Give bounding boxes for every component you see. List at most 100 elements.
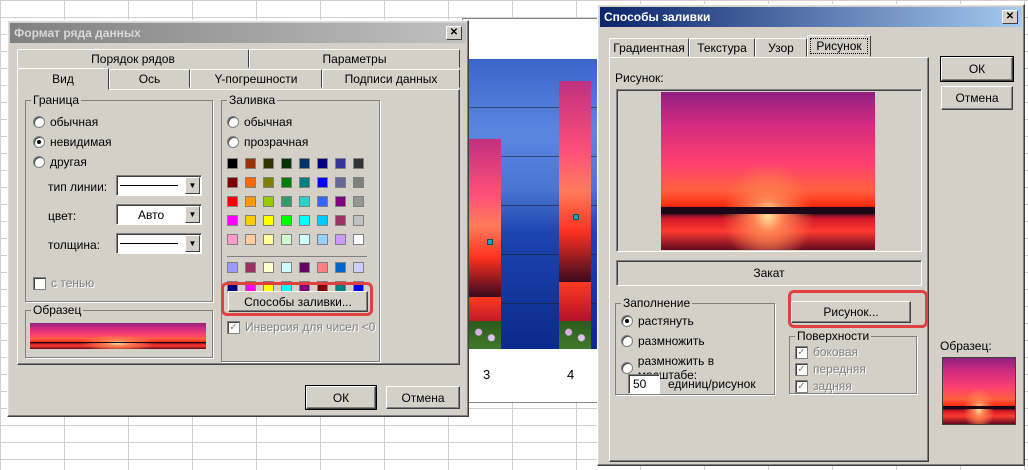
border-group-title: Граница	[31, 93, 82, 107]
color-swatch[interactable]	[263, 158, 274, 169]
picture-label: Рисунок:	[615, 71, 664, 85]
color-swatch[interactable]	[281, 215, 292, 226]
color-swatch[interactable]	[317, 262, 328, 273]
chart-area[interactable]: 3 4	[462, 18, 612, 403]
fill-cancel-button[interactable]: Отмена	[941, 86, 1013, 110]
color-swatch[interactable]	[263, 196, 274, 207]
fill-mode-group-title: Заполнение	[621, 296, 693, 310]
color-swatch[interactable]	[281, 234, 292, 245]
plot-area[interactable]	[469, 59, 611, 349]
color-swatch[interactable]	[299, 234, 310, 245]
chart-bar-3[interactable]	[469, 139, 501, 349]
surface-back-checkbox[interactable]: ✓ задняя	[795, 379, 852, 393]
border-radio-normal[interactable]: обычная	[33, 115, 98, 129]
chevron-down-icon[interactable]: ▼	[185, 206, 200, 223]
color-swatch[interactable]	[227, 262, 238, 273]
invert-negative-checkbox[interactable]: ✓ Инверсия для чисел <0	[227, 320, 375, 334]
color-swatch[interactable]	[335, 177, 346, 188]
color-swatch[interactable]	[263, 177, 274, 188]
color-swatch[interactable]	[227, 234, 238, 245]
fill-group: Заливка обычная прозрачная Способы залив…	[221, 93, 380, 362]
color-swatch[interactable]	[335, 262, 346, 273]
color-swatch[interactable]	[245, 158, 256, 169]
color-swatch[interactable]	[281, 196, 292, 207]
close-icon[interactable]: ✕	[446, 26, 462, 40]
color-swatch[interactable]	[299, 177, 310, 188]
color-swatch[interactable]	[245, 262, 256, 273]
category-label-4: 4	[567, 367, 575, 382]
color-swatch[interactable]	[353, 215, 364, 226]
data-point-marker	[487, 239, 493, 245]
color-swatch[interactable]	[299, 262, 310, 273]
tab-view[interactable]: Вид	[17, 68, 109, 90]
border-group: Граница обычная невидимая другая тип лин…	[25, 93, 213, 302]
color-swatch[interactable]	[263, 215, 274, 226]
color-swatch[interactable]	[353, 234, 364, 245]
surface-front-checkbox[interactable]: ✓ передняя	[795, 362, 866, 376]
color-select[interactable]: Авто ▼	[116, 204, 202, 225]
tab-series-order[interactable]: Порядок рядов	[17, 49, 249, 68]
picture-name-field: Закат	[616, 260, 922, 286]
surface-side-checkbox[interactable]: ✓ боковая	[795, 345, 858, 359]
ok-button[interactable]: ОК	[305, 385, 377, 410]
color-swatch[interactable]	[299, 196, 310, 207]
color-swatch[interactable]	[353, 262, 364, 273]
color-swatch[interactable]	[299, 158, 310, 169]
color-swatch[interactable]	[353, 158, 364, 169]
color-swatch[interactable]	[227, 215, 238, 226]
close-icon[interactable]: ✕	[1002, 10, 1018, 24]
tab-y-errors[interactable]: Y-погрешности	[190, 69, 322, 88]
color-swatch[interactable]	[353, 196, 364, 207]
line-type-select[interactable]: ▼	[116, 175, 202, 196]
color-swatch[interactable]	[335, 158, 346, 169]
thickness-select[interactable]: ▼	[116, 233, 202, 254]
fill-mode-stretch[interactable]: растянуть	[621, 314, 694, 328]
fill-ok-button[interactable]: ОК	[940, 56, 1014, 82]
tab-axis[interactable]: Ось	[109, 69, 190, 88]
scale-input[interactable]: 50	[628, 374, 660, 394]
format-series-dialog: Формат ряда данных ✕ Порядок рядов Парам…	[7, 20, 469, 417]
fill-radio-transparent[interactable]: прозрачная	[227, 135, 308, 149]
sample-preview-image	[30, 323, 206, 349]
color-label: цвет:	[48, 209, 77, 223]
color-swatch[interactable]	[263, 234, 274, 245]
color-swatch[interactable]	[227, 158, 238, 169]
color-swatch[interactable]	[317, 234, 328, 245]
border-radio-invisible[interactable]: невидимая	[33, 135, 112, 149]
color-swatch[interactable]	[281, 177, 292, 188]
chevron-down-icon[interactable]: ▼	[185, 235, 200, 252]
color-swatch[interactable]	[245, 234, 256, 245]
color-swatch[interactable]	[335, 196, 346, 207]
color-swatch[interactable]	[227, 177, 238, 188]
cancel-button[interactable]: Отмена	[386, 386, 460, 409]
color-swatch[interactable]	[317, 177, 328, 188]
tab-picture[interactable]: Рисунок	[807, 35, 871, 57]
fill-mode-stack[interactable]: размножить	[621, 334, 705, 348]
tab-data-labels[interactable]: Подписи данных	[322, 69, 460, 88]
color-swatch[interactable]	[317, 215, 328, 226]
color-swatch[interactable]	[245, 196, 256, 207]
color-swatch[interactable]	[281, 158, 292, 169]
color-swatch[interactable]	[245, 177, 256, 188]
color-swatch[interactable]	[281, 262, 292, 273]
color-swatch[interactable]	[245, 215, 256, 226]
color-swatch[interactable]	[299, 215, 310, 226]
shadow-checkbox[interactable]: с тенью	[33, 276, 94, 290]
color-swatch[interactable]	[353, 177, 364, 188]
fill-dialog-titlebar[interactable]: Способы заливки ✕	[600, 7, 1022, 27]
color-swatch[interactable]	[227, 196, 238, 207]
color-swatch[interactable]	[335, 215, 346, 226]
color-swatch[interactable]	[317, 196, 328, 207]
chevron-down-icon[interactable]: ▼	[185, 177, 200, 194]
fill-radio-normal[interactable]: обычная	[227, 115, 292, 129]
color-swatch[interactable]	[335, 234, 346, 245]
color-palette[interactable]	[227, 158, 373, 298]
tab-texture[interactable]: Текстура	[689, 38, 755, 57]
tab-pattern[interactable]: Узор	[755, 38, 807, 57]
color-swatch[interactable]	[263, 262, 274, 273]
tab-parameters[interactable]: Параметры	[249, 49, 460, 68]
color-swatch[interactable]	[317, 158, 328, 169]
series-dialog-titlebar[interactable]: Формат ряда данных ✕	[10, 23, 466, 43]
border-radio-custom[interactable]: другая	[33, 155, 87, 169]
tab-gradient[interactable]: Градиентная	[609, 38, 689, 57]
